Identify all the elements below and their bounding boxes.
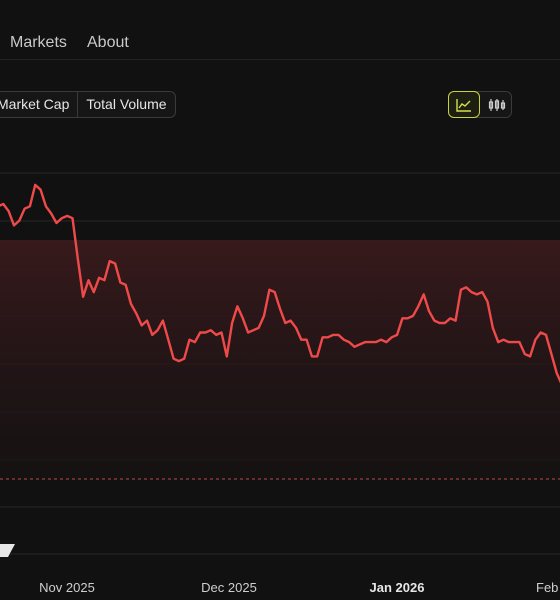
chart-view-toggle [448,91,512,118]
nav-about-link[interactable]: About [87,34,129,52]
metric-tabs: Market Cap Total Volume [0,91,176,118]
tab-total-volume[interactable]: Total Volume [77,92,174,117]
nav-markets-link[interactable]: Markets [10,34,67,52]
price-area-fill [0,240,560,480]
candlestick-chart-icon [488,98,506,111]
x-tick-label: Nov 2025 [39,580,95,595]
line-chart-icon [456,98,471,112]
tab-market-cap[interactable]: Market Cap [0,92,77,117]
x-tick-label: Jan 2026 [370,580,425,595]
top-nav: Markets About [0,0,560,60]
x-tick-label: Dec 2025 [201,580,257,595]
watermark-logo [0,544,15,557]
price-chart[interactable]: Nov 2025 Dec 2025 Jan 2026 Feb [0,130,560,600]
line-chart-button[interactable] [448,91,480,118]
candlestick-chart-button[interactable] [481,91,513,118]
x-tick-label: Feb [536,580,558,595]
